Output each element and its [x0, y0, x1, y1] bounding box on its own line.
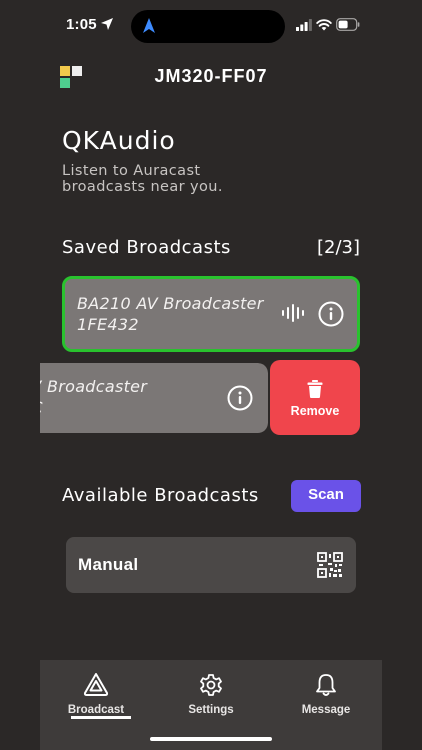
app-name: QKAudio — [62, 126, 176, 155]
broadcast-name-line1: 0 AV Broadcaster — [40, 377, 148, 396]
wifi-icon — [316, 19, 332, 31]
trash-icon — [307, 380, 323, 398]
active-tab-indicator — [71, 716, 131, 719]
broadcast-name: BA210 AV Broadcaster 1FE432 — [77, 293, 264, 335]
gear-icon — [200, 674, 222, 696]
broadcast-name-line2: 1FE432 — [77, 315, 139, 334]
nav-item-message[interactable]: Message — [276, 672, 376, 716]
audio-wave-icon — [282, 304, 304, 322]
scan-button[interactable]: Scan — [291, 480, 361, 512]
nav-item-broadcast[interactable]: Broadcast — [46, 672, 146, 719]
location-arrow-icon — [101, 18, 113, 30]
home-indicator — [150, 737, 272, 741]
status-time: 1:05 — [66, 16, 97, 33]
info-icon[interactable] — [227, 385, 253, 411]
remove-button[interactable]: Remove — [270, 360, 360, 435]
nav-label-broadcast: Broadcast — [67, 704, 125, 716]
navigation-icon — [143, 18, 155, 33]
manual-label: Manual — [78, 555, 139, 574]
broadcast-name-line1: BA210 AV Broadcaster — [77, 294, 264, 313]
saved-broadcasts-title: Saved Broadcasts — [62, 237, 231, 258]
battery-icon — [336, 18, 360, 31]
device-title: JM320-FF07 — [154, 66, 268, 86]
saved-count: [2/3] — [316, 237, 360, 258]
app-tagline: Listen to Auracast broadcasts near you. — [62, 163, 223, 195]
bell-icon — [316, 674, 336, 696]
info-icon[interactable] — [318, 301, 344, 327]
qr-code-icon — [317, 552, 343, 578]
nav-item-settings[interactable]: Settings — [161, 672, 261, 716]
saved-broadcast-item-swiped[interactable]: 0 AV Broadcaster C SC — [40, 363, 268, 433]
remove-label: Remove — [290, 404, 340, 418]
saved-broadcast-item[interactable]: BA210 AV Broadcaster 1FE432 — [62, 276, 360, 352]
available-broadcasts-title: Available Broadcasts — [62, 485, 259, 506]
broadcast-name-line2: C SC — [40, 397, 147, 418]
signal-icon — [296, 19, 312, 31]
nav-label-message: Message — [301, 704, 351, 716]
manual-entry-button[interactable]: Manual — [66, 537, 356, 593]
broadcast-icon — [83, 673, 109, 696]
nav-label-settings: Settings — [188, 704, 234, 716]
broadcast-name: 0 AV Broadcaster C SC — [40, 376, 147, 418]
